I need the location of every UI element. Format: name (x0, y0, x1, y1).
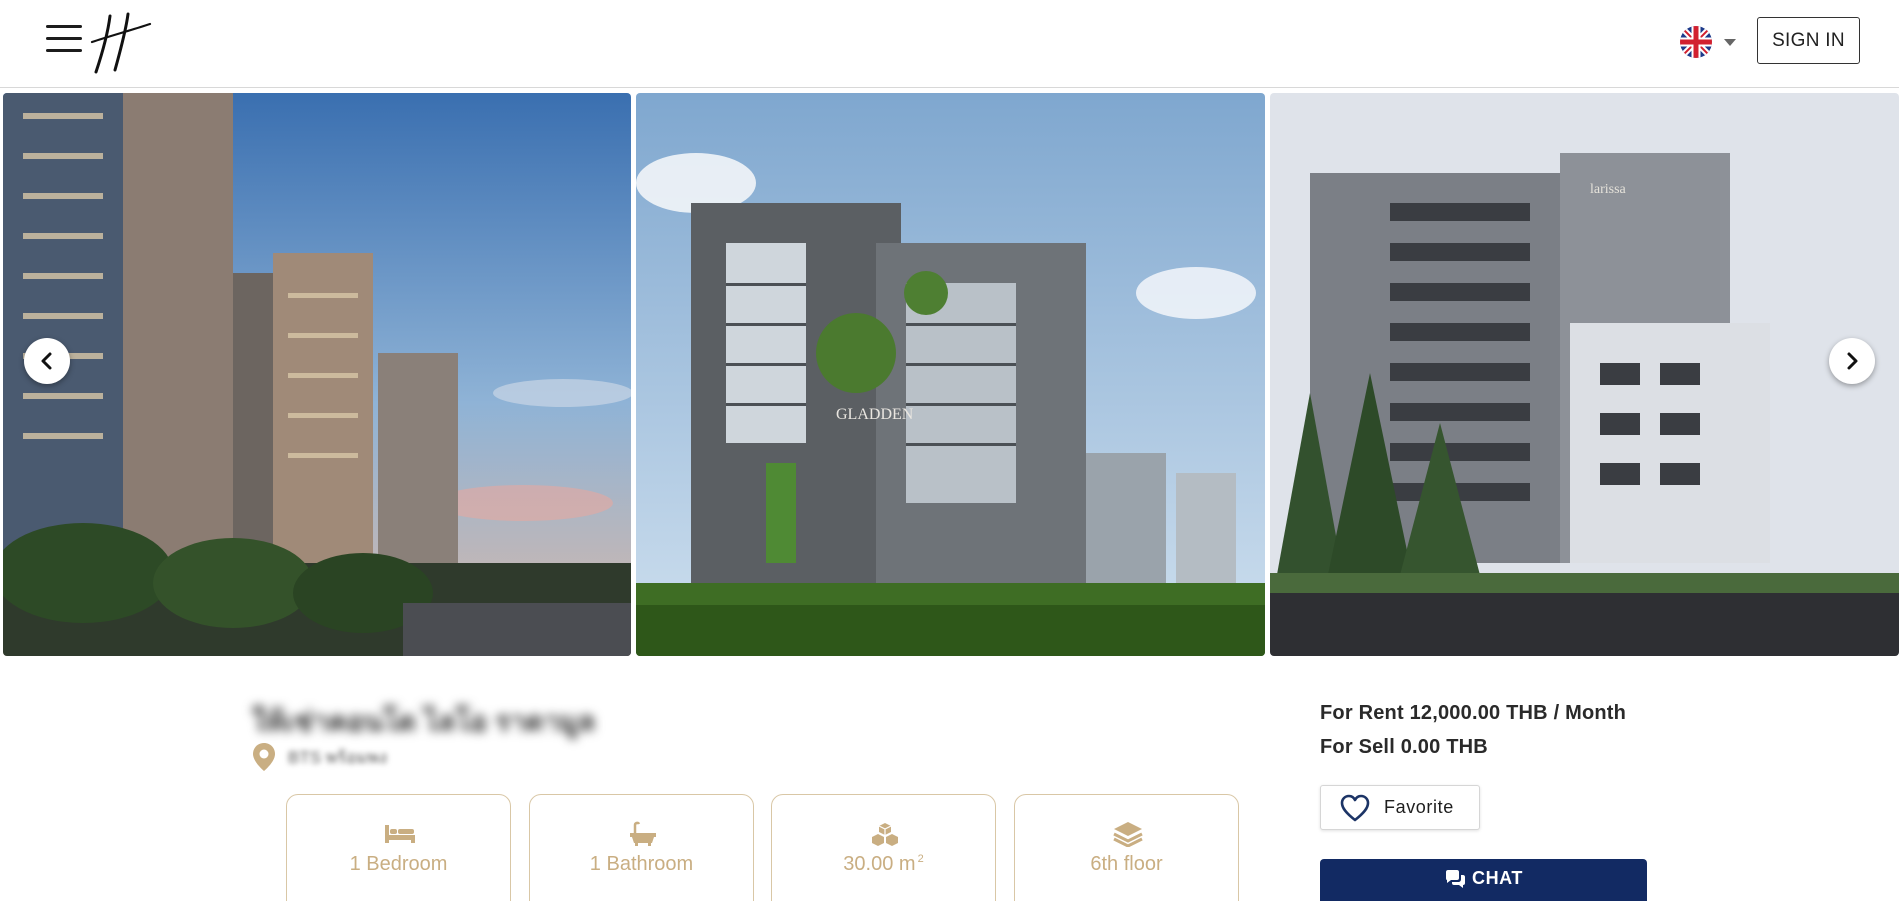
feature-cards: 1 Bedroom 1 Bathroom 30.00 m2 6th floor (286, 794, 1240, 901)
favorite-label: Favorite (1384, 797, 1454, 817)
map-pin-icon (253, 743, 275, 771)
feature-card-floor: 6th floor (1014, 794, 1239, 901)
condo-building-photo-3[interactable]: larissa (1270, 93, 1899, 656)
chevron-down-icon (1724, 39, 1736, 46)
bedroom-label: 1 Bedroom (349, 853, 448, 875)
bathroom-label: 1 Bathroom (589, 853, 694, 875)
feature-card-area: 30.00 m2 (771, 794, 996, 901)
language-selector[interactable] (1680, 25, 1748, 59)
rent-price: For Rent 12,000.00 THB / Month (1320, 702, 1627, 724)
gallery-prev-button[interactable] (24, 338, 70, 384)
larissa-sign-text: larissa (1590, 182, 1627, 197)
favorite-button[interactable]: Favorite (1320, 785, 1480, 830)
area-cubes-icon (872, 823, 898, 846)
location-text: BTS พร้อมพง (288, 747, 388, 767)
chat-button[interactable]: CHAT (1320, 859, 1647, 901)
brand-logo-icon[interactable] (88, 10, 154, 76)
photo-gallery: GLADDEN larissa (0, 93, 1899, 657)
chat-bubbles-icon (1445, 870, 1465, 888)
gladden-sign-text: GLADDEN (836, 406, 914, 423)
listing-title: ให้เช่าคอนโด ไลโอ ราดามูล (252, 706, 596, 737)
condo-building-photo-2[interactable]: GLADDEN (636, 93, 1265, 656)
heart-outline-icon (1340, 794, 1370, 821)
chevron-right-icon (1847, 352, 1858, 370)
uk-flag-icon (1680, 26, 1712, 58)
condo-building-photo-1[interactable] (3, 93, 631, 656)
floor-layers-icon (1113, 822, 1143, 847)
chat-label: CHAT (1471, 868, 1524, 888)
top-header: SIGN IN (0, 0, 1899, 88)
hamburger-menu-icon[interactable] (46, 22, 82, 56)
sign-in-button[interactable]: SIGN IN (1757, 17, 1860, 64)
floor-label: 6th floor (1090, 853, 1163, 875)
feature-card-bedroom: 1 Bedroom (286, 794, 511, 901)
listing-location: BTS พร้อมพง (252, 742, 387, 772)
bathtub-icon (630, 821, 656, 846)
feature-card-bathroom: 1 Bathroom (529, 794, 754, 901)
chevron-left-icon (41, 352, 52, 370)
area-label: 30.00 m2 (843, 853, 924, 875)
gallery-next-button[interactable] (1829, 338, 1875, 384)
sell-price: For Sell 0.00 THB (1320, 736, 1488, 758)
bed-icon (385, 825, 415, 843)
